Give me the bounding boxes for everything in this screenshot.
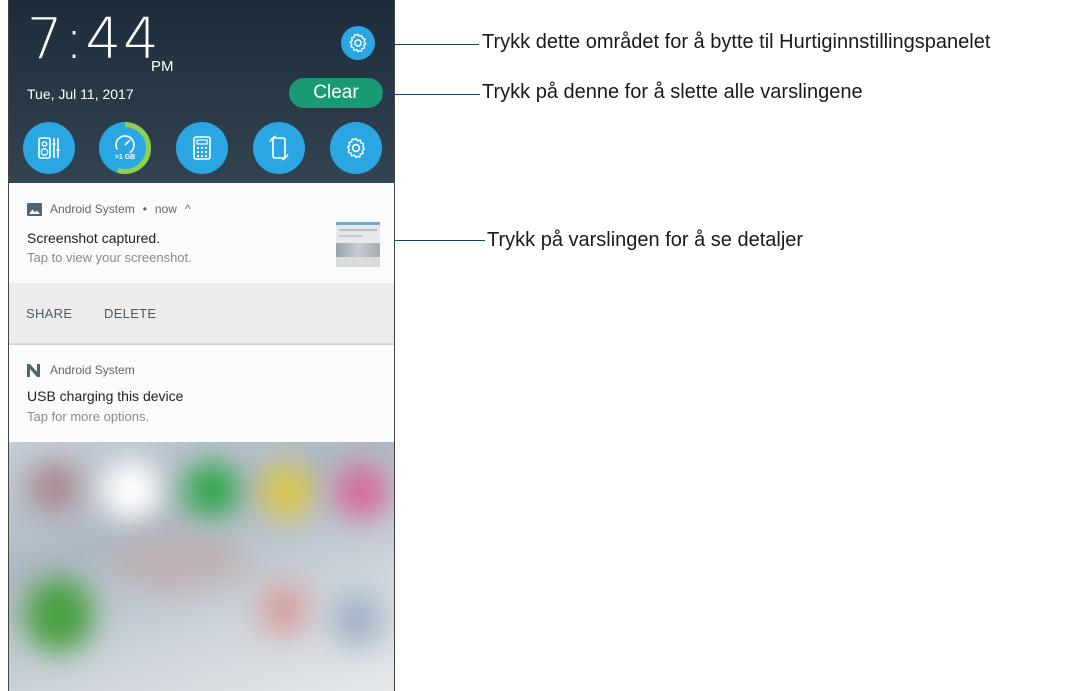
gear-icon bbox=[349, 33, 367, 53]
notification-subtitle: Tap to view your screenshot. bbox=[27, 250, 192, 265]
notification-subtitle: Tap for more options. bbox=[27, 409, 150, 424]
auto-rotate-icon bbox=[269, 135, 289, 161]
qs-calculator-button[interactable] bbox=[176, 122, 228, 174]
notification-shade-header: 7:44 PM Tue, Jul 11, 2017 Clear >1 GB bbox=[9, 0, 394, 183]
phone-screen: 7:44 PM Tue, Jul 11, 2017 Clear >1 GB An… bbox=[8, 0, 395, 691]
callout-line-3 bbox=[395, 240, 485, 241]
callout-line-2 bbox=[381, 94, 480, 95]
memory-boost-icon: >1 GB bbox=[99, 122, 151, 174]
callout-clear: Trykk på denne for å slette alle varslin… bbox=[482, 81, 863, 103]
settings-icon bbox=[346, 137, 366, 159]
notification-app-row: Android System • now ^ bbox=[27, 202, 191, 216]
qs-auto-rotate-button[interactable] bbox=[253, 122, 305, 174]
android-n-icon bbox=[27, 363, 40, 377]
memory-boost-label: >1 GB bbox=[115, 154, 135, 161]
separator-dot: • bbox=[142, 202, 147, 216]
usb-notification[interactable]: Android System USB charging this device … bbox=[9, 345, 394, 442]
clock-ampm: PM bbox=[151, 58, 174, 75]
notification-app-name: Android System bbox=[50, 202, 135, 216]
share-button[interactable]: SHARE bbox=[26, 306, 72, 321]
callout-line-1 bbox=[393, 44, 479, 45]
notification-app-name: Android System bbox=[50, 363, 135, 377]
qs-equalizer-button[interactable] bbox=[23, 122, 75, 174]
notification-time: now bbox=[154, 202, 177, 216]
notification-title: Screenshot captured. bbox=[27, 230, 161, 246]
quick-settings-toggle[interactable] bbox=[341, 26, 375, 60]
callout-quick-settings: Trykk dette området for å bytte til Hurt… bbox=[482, 31, 991, 53]
equalizer-icon bbox=[38, 137, 60, 159]
clock: 7:44 bbox=[27, 7, 161, 72]
screenshot-thumbnail bbox=[336, 222, 380, 267]
image-icon bbox=[27, 202, 42, 216]
date: Tue, Jul 11, 2017 bbox=[27, 86, 134, 102]
notification-title: USB charging this device bbox=[27, 388, 184, 404]
blurred-home-screen bbox=[9, 442, 394, 691]
expand-chevron-icon[interactable]: ^ bbox=[185, 202, 191, 216]
delete-button[interactable]: DELETE bbox=[104, 306, 156, 321]
qs-settings-button[interactable] bbox=[330, 122, 382, 174]
notification-actions: SHARE DELETE bbox=[9, 283, 394, 344]
clear-all-button[interactable]: Clear bbox=[289, 78, 383, 108]
calculator-icon bbox=[193, 136, 211, 160]
screenshot-notification[interactable]: Android System • now ^ Screenshot captur… bbox=[9, 183, 394, 283]
qs-memory-boost-button[interactable]: >1 GB bbox=[99, 122, 151, 174]
callout-notification: Trykk på varslingen for å se detaljer bbox=[487, 229, 804, 251]
notification-app-row: Android System bbox=[27, 363, 135, 377]
